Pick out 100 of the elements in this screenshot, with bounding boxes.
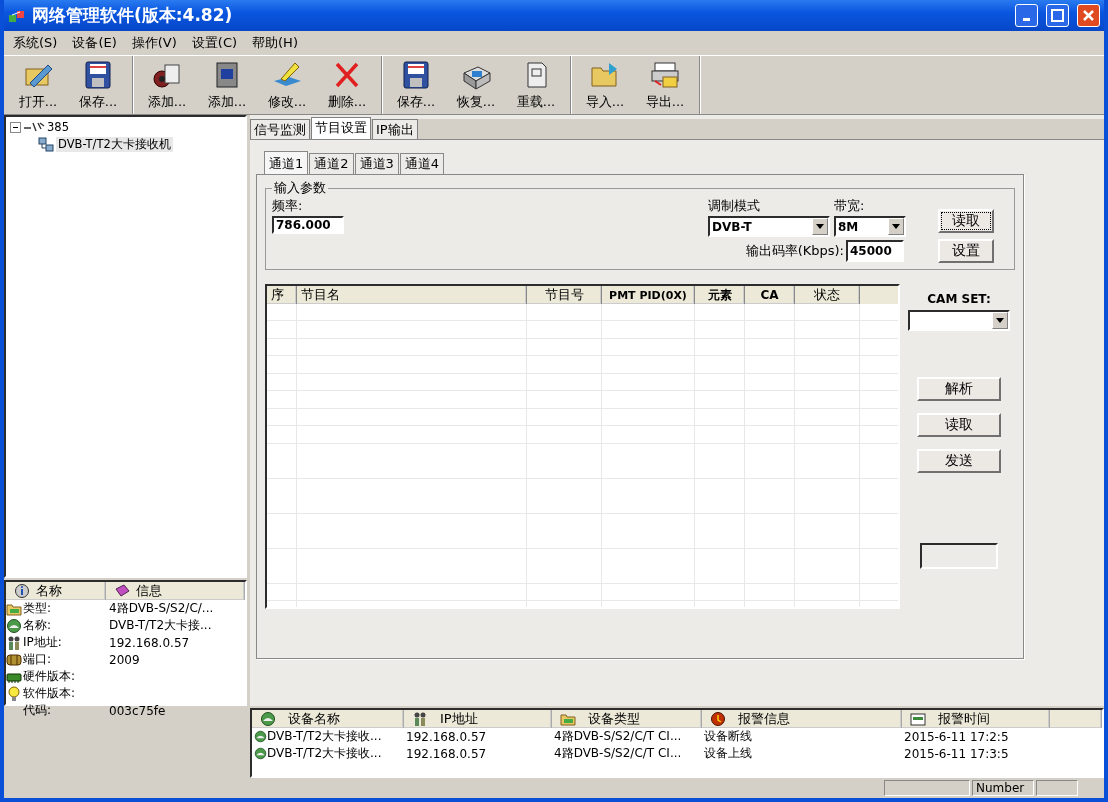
toolbar-button[interactable]: 导入... — [575, 56, 635, 114]
toolbar-button[interactable]: 重载... — [506, 56, 566, 114]
button[interactable]: 发送 — [917, 449, 1001, 473]
minimize-button[interactable] — [1015, 4, 1038, 27]
toolbar-button[interactable]: 修改... — [257, 56, 317, 114]
tree-node[interactable]: 385 — [47, 120, 69, 134]
field-label: 输出码率(Kbps): — [745, 242, 844, 260]
column-header: 设备类型 — [552, 710, 702, 728]
menu-item[interactable]: 设备(E) — [66, 32, 123, 54]
tab[interactable]: IP输出 — [372, 119, 418, 139]
globe-icon — [254, 730, 267, 743]
people-icon — [412, 711, 428, 727]
close-button[interactable] — [1077, 4, 1100, 27]
field-label: CAM SET: — [927, 292, 991, 306]
menu-item[interactable]: 系统(S) — [7, 32, 64, 54]
minimize-icon — [1023, 18, 1030, 21]
dropdown-arrow-icon — [892, 224, 900, 229]
table-cell: 4路DVB-S/S2/C/T CI... — [554, 745, 682, 762]
frequency-field[interactable]: 786.000 — [272, 216, 344, 234]
table-cell: 2015-6-11 17:2:5 — [904, 729, 1009, 744]
table-cell: 192.168.0.57 — [406, 729, 487, 744]
column-header: 序 — [267, 286, 297, 304]
folder-icon — [560, 711, 576, 727]
maximize-button[interactable] — [1046, 4, 1069, 27]
printer-icon — [649, 59, 681, 91]
bandwidth-dropdown[interactable]: 8M — [834, 216, 906, 237]
toolbar-button[interactable]: 添加... — [137, 56, 197, 114]
toolbar-button[interactable]: 保存... — [68, 56, 128, 114]
toolbar-button[interactable]: 导出... — [635, 56, 695, 114]
maximize-icon — [1050, 8, 1065, 23]
info-label: 硬件版本: — [23, 668, 76, 685]
column-header: 设备名称 — [252, 710, 404, 728]
info-label: 名称: — [23, 617, 52, 634]
info-icon — [14, 583, 30, 599]
channel-tab[interactable]: 通道4 — [399, 153, 445, 174]
column-header: IP地址 — [404, 710, 552, 728]
status-text: Number — [976, 781, 1025, 795]
menu-item[interactable]: 设置(C) — [185, 32, 244, 54]
tree-node[interactable]: DVB-T/T2大卡接收机 — [56, 137, 173, 152]
info-value: 4路DVB-S/S2/C/... — [109, 600, 214, 617]
column-header: 状态 — [795, 286, 860, 304]
alarm-icon — [710, 711, 726, 727]
info-value: 2009 — [109, 652, 140, 667]
info-label: 端口: — [23, 651, 52, 668]
info-label: 类型: — [23, 600, 52, 617]
column-header: 节目号 — [527, 286, 602, 304]
dropdown-arrow-icon — [996, 318, 1004, 323]
menu-item[interactable]: 操作(V) — [125, 32, 183, 54]
column-header: 报警时间 — [902, 710, 1050, 728]
status-panel — [1036, 780, 1078, 796]
info-value: 192.168.0.57 — [109, 635, 190, 650]
button[interactable]: 解析 — [917, 377, 1001, 401]
cam-set-dropdown[interactable] — [908, 310, 1010, 331]
column-header: 报警信息 — [702, 710, 902, 728]
info-label: IP地址: — [23, 634, 62, 651]
channel-tab[interactable]: 通道3 — [354, 153, 399, 174]
channel-tab[interactable]: 通道2 — [309, 153, 354, 174]
calendar-icon — [910, 711, 926, 727]
info-value: DVB-T/T2大卡接... — [109, 617, 212, 634]
close-icon — [1081, 8, 1096, 23]
modulation-dropdown[interactable]: DVB-T — [708, 216, 830, 237]
field-label: 带宽: — [834, 197, 866, 215]
table-cell: 192.168.0.57 — [406, 746, 487, 761]
collapse-toggle[interactable] — [10, 121, 21, 133]
window-title: 网络管理软件(版本:4.82) — [32, 4, 233, 27]
table-cell: 设备上线 — [704, 745, 752, 762]
column-header: CA — [745, 286, 795, 304]
globe-icon — [260, 711, 276, 727]
info-label: 软件版本: — [23, 685, 76, 702]
globe-icon — [6, 617, 22, 634]
column-header: PMT PID(0X) — [602, 286, 695, 304]
table-cell: DVB-T/T2大卡接收... — [267, 745, 382, 762]
column-header: 信息 — [105, 582, 245, 600]
dropdown-arrow-icon — [816, 224, 824, 229]
field-label: 调制模式 — [708, 197, 761, 215]
toolbar-button[interactable]: 恢复... — [446, 56, 506, 114]
toolbar-button[interactable]: 保存... — [386, 56, 446, 114]
button[interactable]: 设置 — [938, 239, 994, 263]
field-label: 频率: — [272, 197, 304, 215]
button[interactable]: 读取 — [938, 209, 994, 233]
toolbar-button[interactable]: 打开... — [8, 56, 68, 114]
toolbar-button[interactable]: 删除... — [317, 56, 377, 114]
bitrate-field[interactable]: 45000 — [846, 240, 904, 262]
button[interactable]: 读取 — [917, 413, 1001, 437]
channel-tab[interactable]: 通道1 — [264, 151, 309, 174]
column-header: 名称 — [6, 582, 106, 600]
globe-icon — [254, 747, 267, 760]
info-value: 003c75fe — [109, 703, 166, 718]
people-icon — [6, 634, 22, 651]
table-cell: 4路DVB-S/S2/C/T CI... — [554, 728, 682, 745]
tab[interactable]: 信号监测 — [250, 119, 310, 139]
network-icon — [38, 136, 54, 153]
book-icon — [113, 583, 130, 599]
column-header: 元素 — [695, 286, 745, 304]
port-icon — [6, 651, 22, 668]
toolbar-button[interactable]: 添加... — [197, 56, 257, 114]
tab[interactable]: 节目设置 — [311, 117, 371, 139]
info-label: 代码: — [23, 702, 52, 719]
menu-item[interactable]: 帮助(H) — [246, 32, 304, 54]
column-header: 节目名 — [297, 286, 527, 304]
